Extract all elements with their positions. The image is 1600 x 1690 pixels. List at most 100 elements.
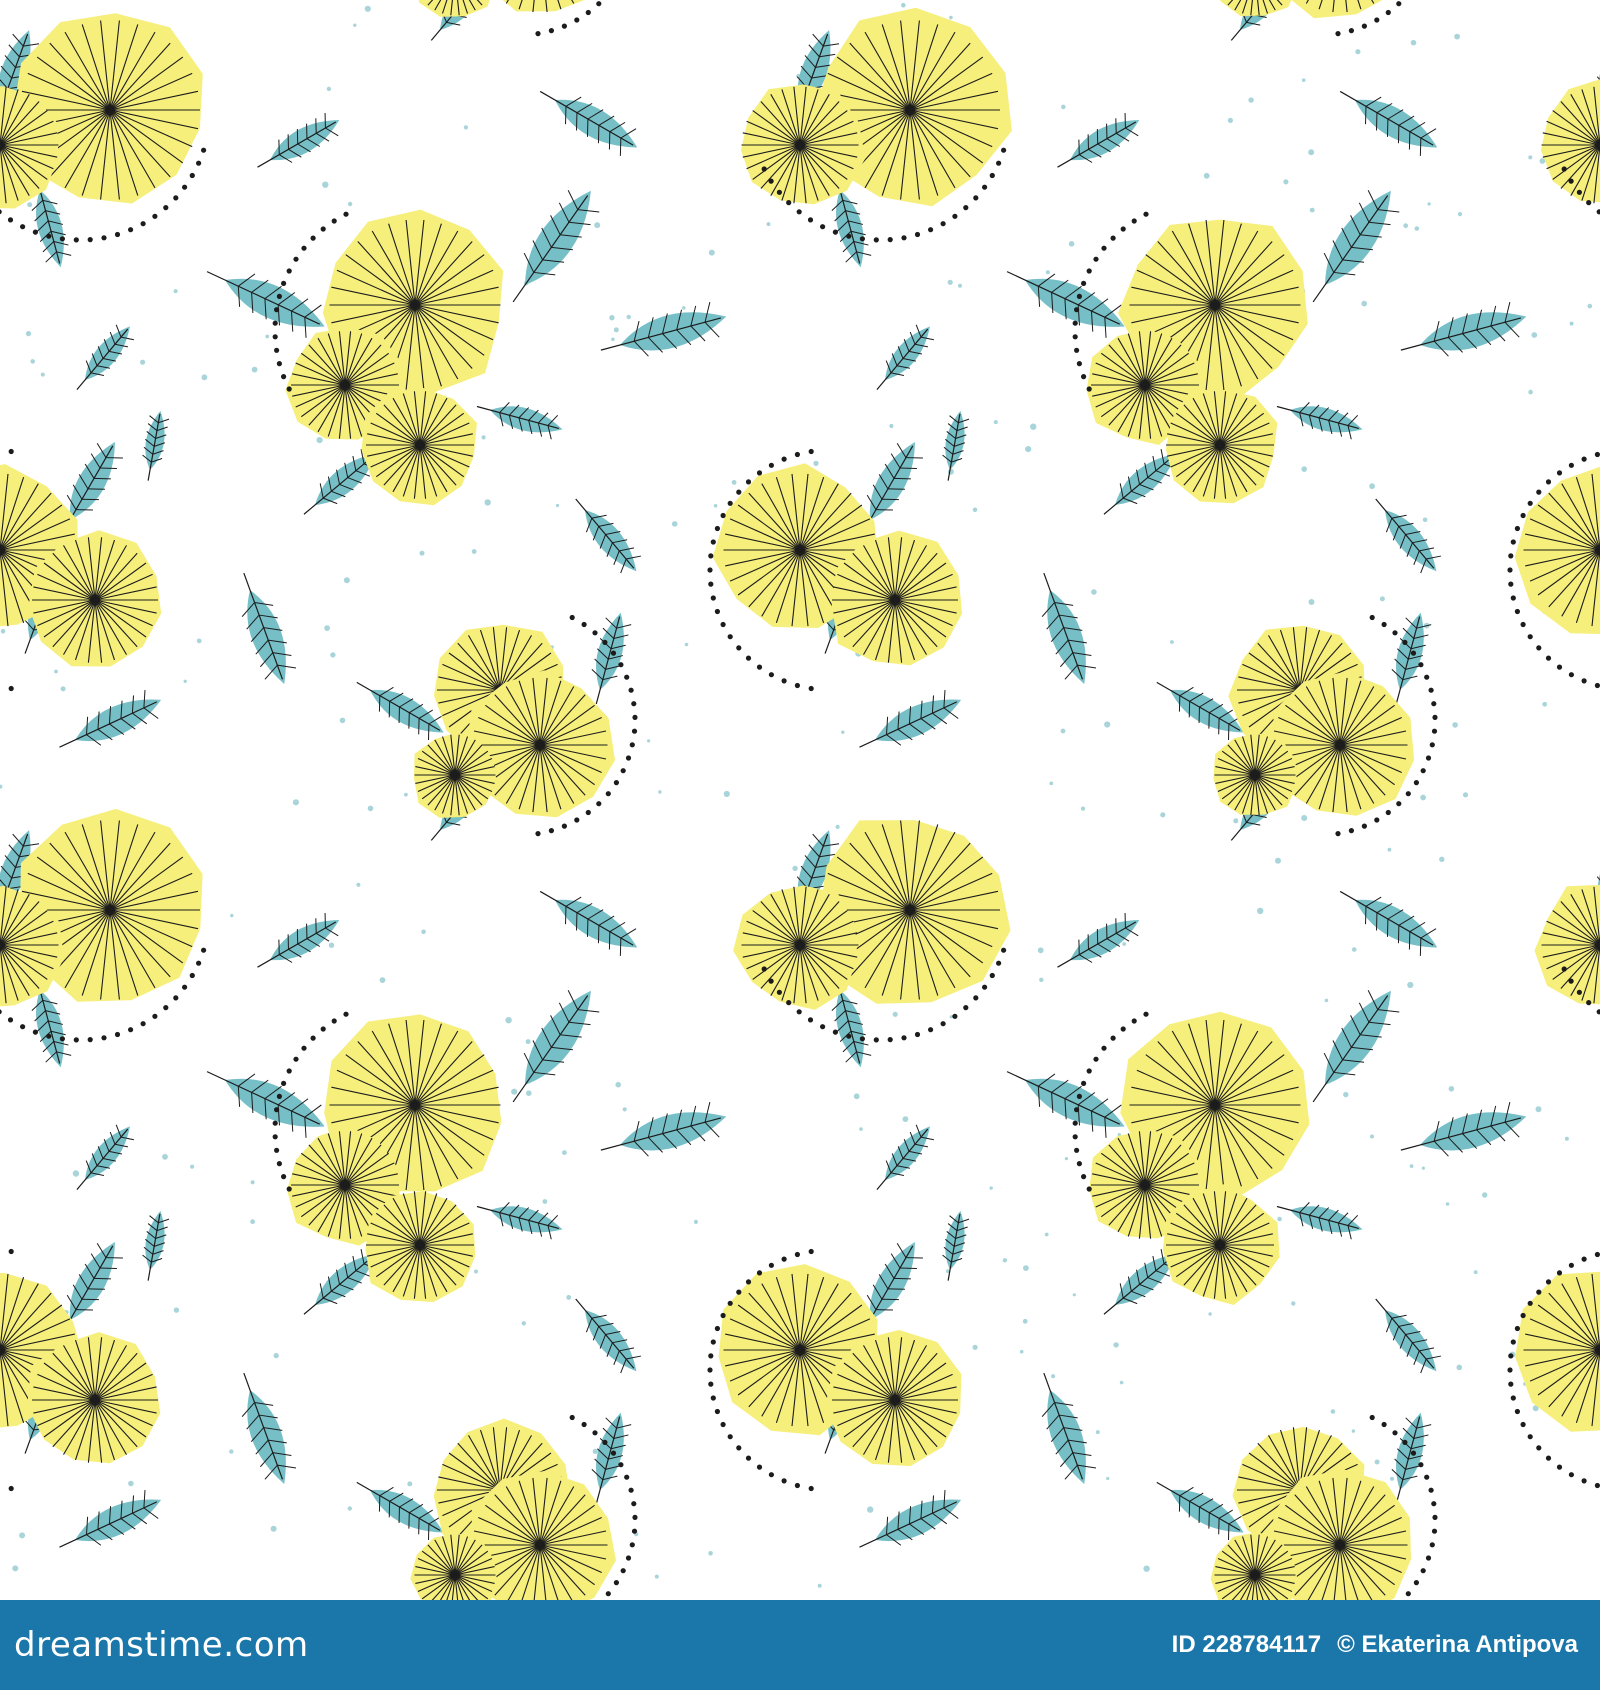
image-credit: ID 228784117 © Ekaterina Antipova — [1172, 1631, 1578, 1659]
speckle-dot — [647, 739, 651, 743]
speckle-dot — [684, 642, 689, 647]
speckle-dot — [1414, 226, 1420, 231]
speckle-dot — [1370, 1134, 1374, 1139]
blue-leaf-icon — [591, 1412, 632, 1505]
speckle-dot — [1587, 303, 1593, 309]
speckle-dot — [1445, 1202, 1450, 1206]
speckle-dot — [292, 799, 299, 806]
speckle-dot — [1422, 517, 1428, 523]
blue-leaf-icon — [1276, 402, 1363, 440]
blue-leaf-icon — [1006, 271, 1125, 338]
author-credit[interactable]: © Ekaterina Antipova — [1337, 1631, 1578, 1659]
speckle-dot — [30, 359, 35, 364]
speckle-dot — [72, 1170, 80, 1177]
speckle-dot — [1528, 389, 1533, 395]
speckle-dot — [1143, 1565, 1150, 1572]
speckle-dot — [654, 1574, 659, 1579]
speckle-dot — [901, 2, 906, 8]
speckle-dot — [1160, 812, 1166, 818]
speckle-dot — [201, 374, 208, 381]
yellow-flower-icon — [1515, 1271, 1600, 1432]
speckle-dot — [723, 790, 730, 798]
speckle-dot — [1308, 599, 1315, 605]
speckle-dot — [40, 372, 45, 377]
dreamstime-logo[interactable]: dreamstime.com — [14, 1625, 309, 1665]
speckle-dot — [853, 1093, 860, 1100]
blue-leaf-icon — [512, 190, 600, 303]
speckle-dot — [1482, 1192, 1488, 1198]
speckle-dot — [328, 942, 335, 948]
speckle-dot — [481, 435, 486, 440]
blue-leaf-icon — [1375, 1298, 1441, 1374]
speckle-dot — [1248, 97, 1254, 103]
speckle-dot — [1389, 1476, 1395, 1481]
speckle-dot — [1277, 1216, 1282, 1222]
speckle-dot — [270, 1525, 277, 1532]
speckle-dot — [989, 1186, 993, 1190]
speckle-dot — [367, 805, 374, 812]
speckle-dot — [1106, 1476, 1110, 1481]
speckle-dot — [949, 15, 953, 20]
speckle-dot — [0, 629, 6, 634]
yellow-flower-icon — [1514, 466, 1600, 634]
speckle-dot — [404, 792, 408, 797]
speckle-dot — [1104, 721, 1111, 728]
blue-leaf-icon — [876, 1124, 934, 1191]
speckle-dot — [474, 1269, 478, 1274]
speckle-dot — [1473, 1270, 1478, 1275]
speckle-dot — [1420, 794, 1426, 801]
blue-leaf-icon — [1006, 1071, 1125, 1138]
speckle-dot — [1275, 857, 1281, 864]
blue-leaf-icon — [575, 498, 641, 574]
speckle-dot — [128, 1480, 134, 1487]
image-id-label: ID 228784117 — [1171, 1631, 1322, 1658]
blue-leaf-icon — [1375, 498, 1441, 574]
speckle-dot — [708, 249, 715, 256]
speckle-dot — [1227, 117, 1233, 123]
speckle-dot — [183, 679, 187, 683]
blue-leaf-icon — [206, 271, 325, 338]
blue-leaf-icon — [241, 1372, 297, 1484]
seamless-floral-pattern — [0, 0, 1600, 1600]
speckle-dot — [1409, 1164, 1414, 1168]
speckle-dot — [1072, 1293, 1076, 1297]
speckle-dot — [1049, 781, 1054, 786]
speckle-dot — [316, 437, 323, 444]
speckle-dot — [1119, 1380, 1124, 1385]
speckle-dot — [626, 314, 631, 320]
speckle-dot — [1022, 1318, 1028, 1324]
speckle-dot — [1122, 942, 1127, 946]
speckle-dot — [347, 201, 353, 207]
blue-leaf-icon — [1156, 1481, 1244, 1540]
speckle-dot — [343, 577, 350, 584]
speckle-dot — [1535, 1106, 1542, 1113]
speckle-dot — [972, 1344, 978, 1350]
speckle-dot — [615, 1081, 621, 1088]
blue-leaf-icon — [876, 324, 934, 391]
speckle-dot — [1002, 1258, 1008, 1263]
yellow-flower-icon — [1220, 0, 1292, 16]
speckle-dot — [526, 1090, 532, 1096]
blue-leaf-icon — [476, 1202, 563, 1240]
speckle-dot — [471, 549, 477, 554]
speckle-dot — [1374, 1459, 1380, 1465]
speckle-dot — [622, 1107, 627, 1112]
speckle-dot — [190, 1164, 195, 1169]
speckle-dot — [1439, 856, 1445, 862]
speckle-dot — [708, 1551, 713, 1556]
speckle-dot — [1091, 589, 1097, 595]
speckle-dot — [1257, 907, 1264, 915]
speckle-dot — [609, 315, 615, 321]
blue-leaf-icon — [76, 1124, 134, 1191]
speckle-dot — [1051, 1374, 1056, 1379]
speckle-dot — [594, 222, 601, 229]
blue-leaf-icon — [1041, 1372, 1097, 1484]
speckle-dot — [1301, 466, 1307, 472]
speckle-dot — [562, 1150, 567, 1155]
yellow-flower-icon — [361, 388, 477, 506]
speckle-dot — [1448, 1086, 1455, 1092]
speckle-dot — [229, 1449, 234, 1454]
speckle-dot — [353, 23, 357, 27]
speckle-dot — [1039, 977, 1044, 982]
blue-leaf-icon — [142, 410, 170, 481]
